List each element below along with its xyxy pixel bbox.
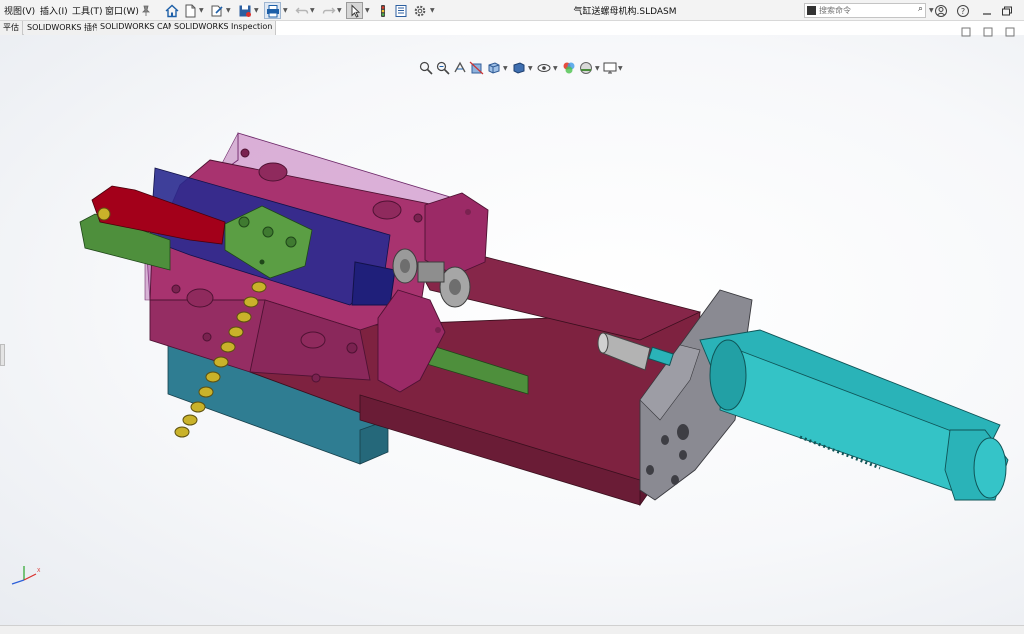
chevron-down-icon[interactable]: ▼: [226, 7, 231, 14]
chevron-down-icon[interactable]: ▼: [430, 7, 435, 14]
tab-solidworks-inspection[interactable]: SOLIDWORKS Inspection: [171, 21, 277, 35]
air-cylinder: [699, 329, 1009, 501]
menu-tools[interactable]: 工具(T): [72, 4, 103, 17]
minimize-icon[interactable]: [978, 2, 995, 19]
command-prompt-icon: [807, 6, 816, 15]
tab-solidworks-cam[interactable]: SOLIDWORKS CAM: [97, 21, 179, 35]
menu-view[interactable]: 视图(V): [4, 4, 35, 17]
home-icon[interactable]: [163, 2, 180, 19]
svg-text:?: ?: [960, 7, 964, 16]
document-title: 气缸送螺母机构.SLDASM: [573, 7, 677, 17]
search-commands-box[interactable]: ⌕: [804, 3, 926, 18]
chevron-down-icon[interactable]: ▼: [199, 7, 204, 14]
command-manager-tabs: 平估 SOLIDWORKS 插件 SOLIDWORKS CAM SOLIDWOR…: [0, 21, 277, 35]
tab-solidworks-addins[interactable]: SOLIDWORKS 插件: [24, 21, 104, 35]
assembly-model: [79, 132, 1009, 507]
title-bar: 视图(V) 插入(I) 工具(T) 窗口(W) ▼ ▼ ▼ ▼ ▼ ▼ ▼ ▼ …: [0, 0, 1024, 21]
reference-triad-icon: X: [11, 566, 41, 585]
open-icon[interactable]: [208, 2, 225, 19]
file-properties-icon[interactable]: [392, 2, 409, 19]
chevron-down-icon[interactable]: ▼: [310, 7, 315, 14]
chevron-down-icon[interactable]: ▼: [337, 7, 342, 14]
pin-icon[interactable]: [137, 2, 154, 19]
user-icon[interactable]: [932, 2, 949, 19]
chevron-down-icon[interactable]: ▼: [283, 7, 288, 14]
undo-icon[interactable]: [293, 2, 310, 19]
print-icon[interactable]: [264, 2, 281, 19]
redo-icon[interactable]: [320, 2, 337, 19]
status-bar: [0, 625, 1024, 634]
help-icon[interactable]: ?: [954, 2, 971, 19]
solidworks-window: 视图(V) 插入(I) 工具(T) 窗口(W) ▼ ▼ ▼ ▼ ▼ ▼ ▼ ▼ …: [0, 0, 1024, 634]
options-icon[interactable]: [411, 2, 428, 19]
chevron-down-icon[interactable]: ▼: [254, 7, 259, 14]
restore-icon[interactable]: [998, 2, 1015, 19]
select-icon[interactable]: [346, 2, 363, 19]
chevron-down-icon[interactable]: ▼: [365, 7, 370, 14]
menu-window[interactable]: 窗口(W): [105, 4, 139, 17]
rebuild-icon[interactable]: [374, 2, 391, 19]
svg-text:X: X: [37, 568, 41, 574]
tab-evaluate[interactable]: 平估: [0, 21, 23, 35]
menu-insert[interactable]: 插入(I): [40, 4, 68, 17]
search-input[interactable]: [819, 5, 909, 16]
search-icon[interactable]: ⌕: [918, 4, 923, 14]
save-icon[interactable]: [236, 2, 253, 19]
new-icon[interactable]: [181, 2, 198, 19]
